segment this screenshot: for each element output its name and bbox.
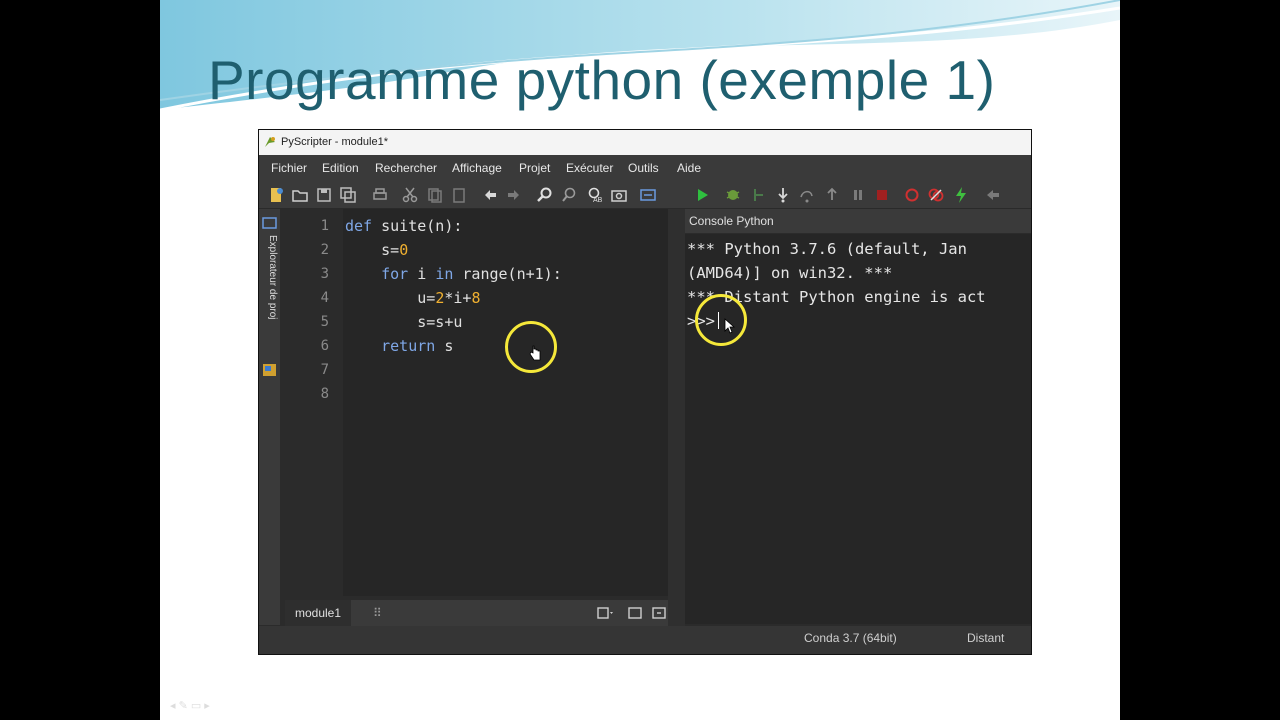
back-icon[interactable] — [984, 186, 1002, 204]
open-folder-icon[interactable] — [291, 186, 309, 204]
arrow-cursor-icon — [724, 318, 735, 334]
code-token: u= — [417, 289, 436, 307]
menu-fichier[interactable]: Fichier — [271, 155, 307, 181]
keyword: for — [381, 265, 409, 283]
keyword: in — [435, 265, 454, 283]
title-bar: PyScripter - module1* — [259, 130, 1031, 155]
toolbar: AB — [259, 181, 1031, 209]
copy-icon[interactable] — [426, 186, 444, 204]
number-literal: 2 — [435, 289, 445, 307]
code-line-4: u=2*i+8 — [345, 286, 562, 310]
editor-tab-bar: module1 ⠿ — [285, 600, 695, 626]
code-line-1: def suite(n): — [345, 214, 562, 238]
hand-cursor-icon — [529, 345, 541, 361]
abort-icon[interactable] — [873, 186, 891, 204]
print-icon[interactable] — [371, 186, 389, 204]
step-over-icon[interactable] — [798, 186, 816, 204]
project-explorer-sidebar: Explorateur de proj — [259, 209, 280, 625]
code-token: suite(n): — [372, 217, 463, 235]
toggle-breakpoint-icon[interactable] — [903, 186, 921, 204]
code-editor[interactable]: 1 2 3 4 5 6 7 8 def suite(n): s=0 for i … — [285, 209, 668, 596]
line-number: 4 — [320, 290, 329, 306]
menu-projet[interactable]: Projet — [519, 155, 550, 181]
console-header: Console Python — [685, 209, 1031, 233]
redo-icon[interactable] — [505, 186, 523, 204]
external-run-icon[interactable] — [952, 186, 970, 204]
keyword: def — [345, 217, 373, 235]
paste-icon[interactable] — [450, 186, 468, 204]
status-interpreter[interactable]: Conda 3.7 (64bit) — [804, 626, 897, 650]
pyscripter-logo-icon — [265, 137, 275, 147]
file-explorer-icon[interactable] — [262, 363, 277, 377]
keyword: return — [381, 337, 436, 355]
find-next-icon[interactable] — [561, 186, 579, 204]
status-engine[interactable]: Distant — [967, 626, 1004, 650]
slide-nav-controls[interactable]: ◂ ✎ ▭ ▸ — [170, 699, 210, 712]
save-all-icon[interactable] — [339, 186, 357, 204]
presentation-slide: Programme python (exemple 1) PyScripter … — [160, 0, 1120, 720]
run-icon[interactable] — [693, 186, 711, 204]
mouse-highlight-circle — [695, 294, 747, 346]
console-line: (AMD64)] on win32. *** — [687, 264, 893, 282]
number-literal: 0 — [399, 241, 409, 259]
menu-outils[interactable]: Outils — [628, 155, 659, 181]
line-number: 3 — [320, 266, 329, 282]
clear-breakpoints-icon[interactable] — [927, 186, 945, 204]
tab-menu-icon[interactable]: ⠿ — [373, 600, 382, 626]
run-to-cursor-icon[interactable] — [749, 186, 767, 204]
number-literal: 8 — [471, 289, 481, 307]
cut-icon[interactable] — [401, 186, 419, 204]
code-token: s — [435, 337, 454, 355]
step-into-icon[interactable] — [774, 186, 792, 204]
code-token: i — [408, 265, 436, 283]
menu-rechercher[interactable]: Rechercher — [375, 155, 437, 181]
tab-list-icon[interactable] — [597, 605, 615, 621]
open-tab-icon[interactable] — [651, 605, 669, 621]
python-console[interactable]: *** Python 3.7.6 (default, Jan (AMD64)] o… — [685, 234, 1031, 624]
splitter[interactable] — [668, 209, 685, 626]
undo-icon[interactable] — [481, 186, 499, 204]
menu-edition[interactable]: Edition — [322, 155, 359, 181]
menu-bar: Fichier Edition Rechercher Affichage Pro… — [259, 155, 1031, 181]
pause-icon[interactable] — [849, 186, 867, 204]
window-title: PyScripter - module1* — [281, 136, 388, 148]
new-tab-icon[interactable] — [627, 605, 645, 621]
line-number: 7 — [320, 362, 329, 378]
menu-executer[interactable]: Exécuter — [566, 155, 613, 181]
save-icon[interactable] — [315, 186, 333, 204]
code-token: *i+ — [444, 289, 472, 307]
svg-text:AB: AB — [593, 197, 603, 204]
code-line-2: s=0 — [345, 238, 562, 262]
replace-icon[interactable]: AB — [585, 186, 603, 204]
line-number: 5 — [320, 314, 329, 330]
find-in-files-icon[interactable] — [610, 186, 628, 204]
goto-line-icon[interactable] — [639, 186, 657, 204]
project-explorer-tab[interactable]: Explorateur de proj — [261, 235, 278, 320]
menu-aide[interactable]: Aide — [677, 155, 701, 181]
slide-title: Programme python (exemple 1) — [208, 49, 996, 111]
code-token: s=s+u — [417, 313, 463, 331]
tab-module1[interactable]: module1 — [285, 600, 352, 626]
line-number: 8 — [320, 386, 329, 402]
code-token: s= — [381, 241, 400, 259]
pyscripter-window: PyScripter - module1* Fichier Edition Re… — [258, 129, 1032, 655]
debug-icon[interactable] — [724, 186, 742, 204]
line-number: 1 — [320, 218, 329, 234]
step-out-icon[interactable] — [823, 186, 841, 204]
console-line: *** Python 3.7.6 (default, Jan — [687, 240, 967, 258]
new-file-icon[interactable] — [267, 186, 285, 204]
line-number: 2 — [320, 242, 329, 258]
code-token: range(n+1): — [453, 265, 562, 283]
project-explorer-icon[interactable] — [262, 217, 277, 229]
line-number-gutter: 1 2 3 4 5 6 7 8 — [285, 209, 343, 596]
menu-affichage[interactable]: Affichage — [452, 155, 502, 181]
code-line-3: for i in range(n+1): — [345, 262, 562, 286]
line-number: 6 — [320, 338, 329, 354]
status-bar: Conda 3.7 (64bit) Distant — [259, 626, 1031, 654]
search-icon[interactable] — [536, 186, 554, 204]
